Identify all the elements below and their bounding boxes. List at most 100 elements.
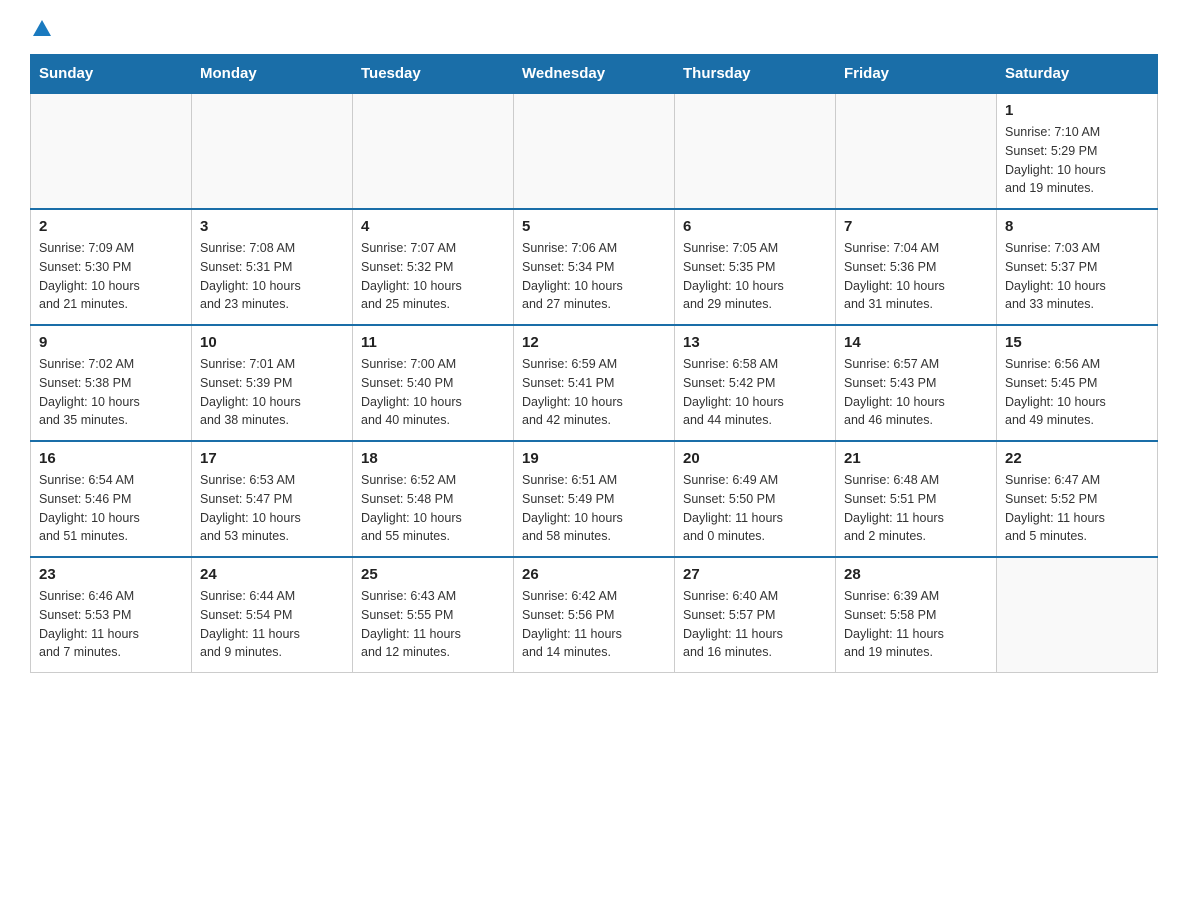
- day-info: Sunrise: 7:04 AM Sunset: 5:36 PM Dayligh…: [844, 239, 988, 314]
- calendar-cell: 4 Sunrise: 7:07 AM Sunset: 5:32 PM Daylig…: [353, 209, 514, 325]
- calendar-cell: [514, 93, 675, 209]
- day-number: 7: [844, 218, 988, 235]
- day-info: Sunrise: 7:08 AM Sunset: 5:31 PM Dayligh…: [200, 239, 344, 314]
- day-number: 3: [200, 218, 344, 235]
- day-info: Sunrise: 6:39 AM Sunset: 5:58 PM Dayligh…: [844, 587, 988, 662]
- calendar-cell: 11 Sunrise: 7:00 AM Sunset: 5:40 PM Dayli…: [353, 325, 514, 441]
- logo-triangle-icon: [33, 20, 51, 36]
- calendar-cell: 7 Sunrise: 7:04 AM Sunset: 5:36 PM Daylig…: [836, 209, 997, 325]
- calendar-cell: 10 Sunrise: 7:01 AM Sunset: 5:39 PM Dayli…: [192, 325, 353, 441]
- day-info: Sunrise: 7:06 AM Sunset: 5:34 PM Dayligh…: [522, 239, 666, 314]
- day-info: Sunrise: 6:59 AM Sunset: 5:41 PM Dayligh…: [522, 355, 666, 430]
- weekday-header-saturday: Saturday: [997, 55, 1158, 94]
- day-number: 14: [844, 334, 988, 351]
- day-number: 22: [1005, 450, 1149, 467]
- day-info: Sunrise: 6:40 AM Sunset: 5:57 PM Dayligh…: [683, 587, 827, 662]
- day-number: 10: [200, 334, 344, 351]
- calendar-week-row: 16 Sunrise: 6:54 AM Sunset: 5:46 PM Dayli…: [31, 441, 1158, 557]
- day-number: 27: [683, 566, 827, 583]
- day-info: Sunrise: 6:54 AM Sunset: 5:46 PM Dayligh…: [39, 471, 183, 546]
- page-header: [30, 20, 1158, 34]
- day-info: Sunrise: 6:44 AM Sunset: 5:54 PM Dayligh…: [200, 587, 344, 662]
- day-info: Sunrise: 7:02 AM Sunset: 5:38 PM Dayligh…: [39, 355, 183, 430]
- day-info: Sunrise: 6:49 AM Sunset: 5:50 PM Dayligh…: [683, 471, 827, 546]
- weekday-header-row: SundayMondayTuesdayWednesdayThursdayFrid…: [31, 55, 1158, 94]
- day-number: 8: [1005, 218, 1149, 235]
- day-number: 4: [361, 218, 505, 235]
- calendar-week-row: 2Sunrise: 7:09 AM Sunset: 5:30 PM Daylig…: [31, 209, 1158, 325]
- day-info: Sunrise: 6:42 AM Sunset: 5:56 PM Dayligh…: [522, 587, 666, 662]
- day-number: 23: [39, 566, 183, 583]
- day-number: 18: [361, 450, 505, 467]
- calendar-cell: 21 Sunrise: 6:48 AM Sunset: 5:51 PM Dayli…: [836, 441, 997, 557]
- logo: [30, 20, 51, 34]
- day-info: Sunrise: 7:01 AM Sunset: 5:39 PM Dayligh…: [200, 355, 344, 430]
- calendar-cell: 28 Sunrise: 6:39 AM Sunset: 5:58 PM Dayli…: [836, 557, 997, 673]
- calendar-cell: 3 Sunrise: 7:08 AM Sunset: 5:31 PM Daylig…: [192, 209, 353, 325]
- day-number: 17: [200, 450, 344, 467]
- day-number: 5: [522, 218, 666, 235]
- day-number: 26: [522, 566, 666, 583]
- calendar-cell: 23 Sunrise: 6:46 AM Sunset: 5:53 PM Dayli…: [31, 557, 192, 673]
- day-number: 20: [683, 450, 827, 467]
- calendar-cell: [997, 557, 1158, 673]
- day-number: 12: [522, 334, 666, 351]
- weekday-header-friday: Friday: [836, 55, 997, 94]
- day-info: Sunrise: 6:52 AM Sunset: 5:48 PM Dayligh…: [361, 471, 505, 546]
- day-number: 13: [683, 334, 827, 351]
- calendar-cell: 14 Sunrise: 6:57 AM Sunset: 5:43 PM Dayli…: [836, 325, 997, 441]
- day-info: Sunrise: 7:00 AM Sunset: 5:40 PM Dayligh…: [361, 355, 505, 430]
- calendar-cell: 9 Sunrise: 7:02 AM Sunset: 5:38 PM Daylig…: [31, 325, 192, 441]
- day-info: Sunrise: 6:56 AM Sunset: 5:45 PM Dayligh…: [1005, 355, 1149, 430]
- day-info: Sunrise: 6:51 AM Sunset: 5:49 PM Dayligh…: [522, 471, 666, 546]
- calendar-cell: [353, 93, 514, 209]
- day-number: 9: [39, 334, 183, 351]
- calendar-cell: 19Sunrise: 6:51 AM Sunset: 5:49 PM Dayli…: [514, 441, 675, 557]
- day-number: 16: [39, 450, 183, 467]
- calendar-week-row: 9 Sunrise: 7:02 AM Sunset: 5:38 PM Daylig…: [31, 325, 1158, 441]
- calendar-cell: [836, 93, 997, 209]
- day-info: Sunrise: 6:57 AM Sunset: 5:43 PM Dayligh…: [844, 355, 988, 430]
- calendar-cell: 16 Sunrise: 6:54 AM Sunset: 5:46 PM Dayli…: [31, 441, 192, 557]
- calendar-cell: 26 Sunrise: 6:42 AM Sunset: 5:56 PM Dayli…: [514, 557, 675, 673]
- day-info: Sunrise: 6:48 AM Sunset: 5:51 PM Dayligh…: [844, 471, 988, 546]
- weekday-header-tuesday: Tuesday: [353, 55, 514, 94]
- day-info: Sunrise: 6:58 AM Sunset: 5:42 PM Dayligh…: [683, 355, 827, 430]
- calendar-cell: 12 Sunrise: 6:59 AM Sunset: 5:41 PM Dayli…: [514, 325, 675, 441]
- calendar-week-row: 1Sunrise: 7:10 AM Sunset: 5:29 PM Daylig…: [31, 93, 1158, 209]
- day-info: Sunrise: 6:53 AM Sunset: 5:47 PM Dayligh…: [200, 471, 344, 546]
- day-info: Sunrise: 7:07 AM Sunset: 5:32 PM Dayligh…: [361, 239, 505, 314]
- day-number: 11: [361, 334, 505, 351]
- calendar-cell: 18 Sunrise: 6:52 AM Sunset: 5:48 PM Dayli…: [353, 441, 514, 557]
- calendar-cell: [675, 93, 836, 209]
- calendar-cell: 27 Sunrise: 6:40 AM Sunset: 5:57 PM Dayli…: [675, 557, 836, 673]
- day-number: 21: [844, 450, 988, 467]
- weekday-header-sunday: Sunday: [31, 55, 192, 94]
- day-number: 24: [200, 566, 344, 583]
- calendar-cell: 1Sunrise: 7:10 AM Sunset: 5:29 PM Daylig…: [997, 93, 1158, 209]
- day-number: 28: [844, 566, 988, 583]
- day-number: 2: [39, 218, 183, 235]
- day-info: Sunrise: 6:47 AM Sunset: 5:52 PM Dayligh…: [1005, 471, 1149, 546]
- calendar-cell: 25 Sunrise: 6:43 AM Sunset: 5:55 PM Dayli…: [353, 557, 514, 673]
- calendar-week-row: 23 Sunrise: 6:46 AM Sunset: 5:53 PM Dayli…: [31, 557, 1158, 673]
- weekday-header-wednesday: Wednesday: [514, 55, 675, 94]
- calendar-cell: 24 Sunrise: 6:44 AM Sunset: 5:54 PM Dayli…: [192, 557, 353, 673]
- calendar-cell: 5 Sunrise: 7:06 AM Sunset: 5:34 PM Daylig…: [514, 209, 675, 325]
- calendar-cell: 17 Sunrise: 6:53 AM Sunset: 5:47 PM Dayli…: [192, 441, 353, 557]
- day-info: Sunrise: 6:43 AM Sunset: 5:55 PM Dayligh…: [361, 587, 505, 662]
- calendar-cell: 20 Sunrise: 6:49 AM Sunset: 5:50 PM Dayli…: [675, 441, 836, 557]
- calendar-cell: 15 Sunrise: 6:56 AM Sunset: 5:45 PM Dayli…: [997, 325, 1158, 441]
- weekday-header-monday: Monday: [192, 55, 353, 94]
- day-number: 25: [361, 566, 505, 583]
- day-number: 1: [1005, 102, 1149, 119]
- day-number: 15: [1005, 334, 1149, 351]
- calendar-cell: 6 Sunrise: 7:05 AM Sunset: 5:35 PM Daylig…: [675, 209, 836, 325]
- calendar-cell: 22 Sunrise: 6:47 AM Sunset: 5:52 PM Dayli…: [997, 441, 1158, 557]
- calendar-cell: [31, 93, 192, 209]
- calendar-cell: 8 Sunrise: 7:03 AM Sunset: 5:37 PM Daylig…: [997, 209, 1158, 325]
- day-info: Sunrise: 7:03 AM Sunset: 5:37 PM Dayligh…: [1005, 239, 1149, 314]
- day-number: 6: [683, 218, 827, 235]
- day-info: Sunrise: 7:05 AM Sunset: 5:35 PM Dayligh…: [683, 239, 827, 314]
- day-info: Sunrise: 6:46 AM Sunset: 5:53 PM Dayligh…: [39, 587, 183, 662]
